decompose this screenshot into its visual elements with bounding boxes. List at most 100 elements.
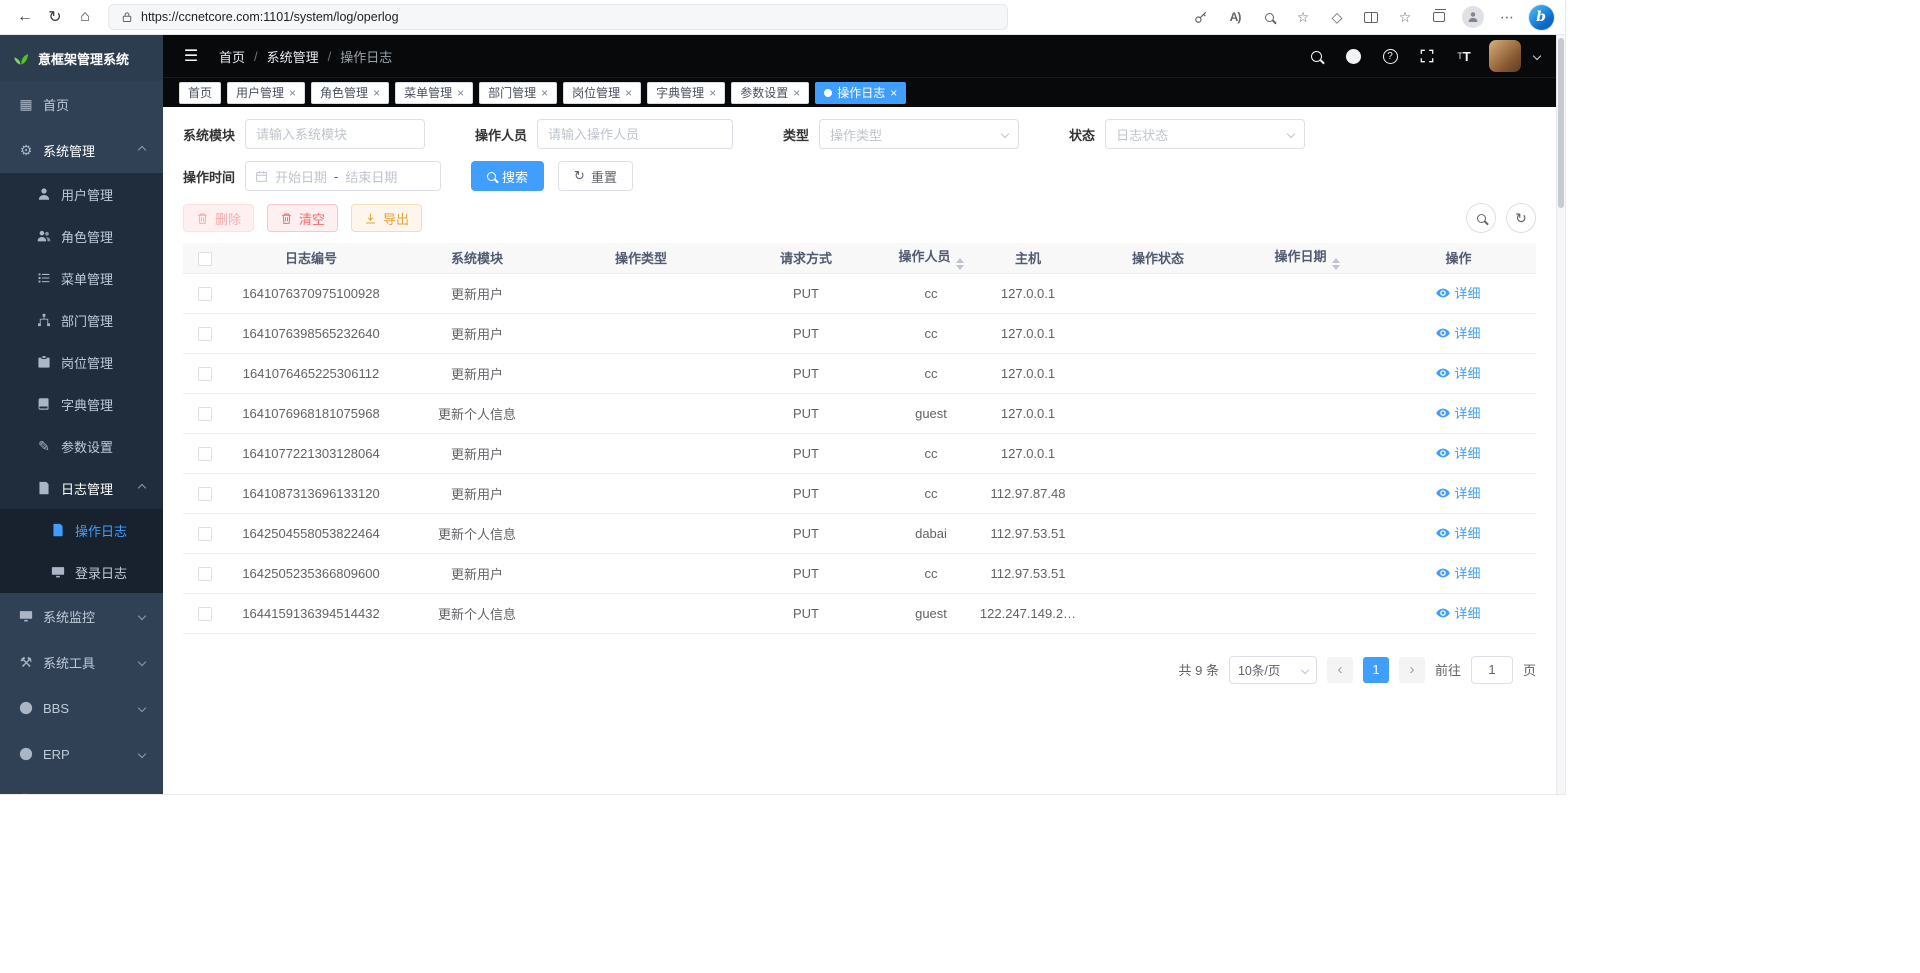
sidebar-item-yi-framework[interactable]: Yi框架 [0, 777, 163, 795]
sidebar-item-menus[interactable]: 菜单管理 [0, 257, 163, 299]
tab-operation-log[interactable]: 操作日志× [815, 82, 906, 104]
sidebar-item-tools[interactable]: ⚒ 系统工具 [0, 639, 163, 685]
close-icon[interactable]: × [709, 87, 716, 99]
row-checkbox[interactable] [198, 447, 212, 461]
detail-link[interactable]: 详细 [1436, 363, 1480, 382]
home-button[interactable]: ⌂ [70, 2, 100, 32]
module-input[interactable] [245, 119, 425, 149]
show-search-button[interactable] [1466, 203, 1496, 233]
detail-link[interactable]: 详细 [1436, 403, 1480, 422]
user-avatar[interactable] [1489, 40, 1521, 72]
row-checkbox[interactable] [198, 327, 212, 341]
bing-button[interactable]: b [1527, 2, 1555, 32]
sidebar-item-roles[interactable]: 角色管理 [0, 215, 163, 257]
detail-link[interactable]: 详细 [1436, 603, 1480, 622]
profile-button[interactable] [1459, 2, 1487, 32]
detail-link[interactable]: 详细 [1436, 523, 1480, 542]
close-icon[interactable]: × [793, 87, 800, 99]
sidebar-item-monitoring[interactable]: 系统监控 [0, 593, 163, 639]
sidebar-item-logs[interactable]: 日志管理 [0, 467, 163, 509]
col-date[interactable]: 操作日期 [1233, 243, 1381, 273]
split-screen-button[interactable] [1357, 2, 1385, 32]
sidebar-item-operation-log[interactable]: 操作日志 [0, 509, 163, 551]
help-button[interactable]: ? [1378, 43, 1402, 69]
sort-icon[interactable] [956, 258, 964, 270]
read-aloud-button[interactable]: A) [1221, 2, 1249, 32]
add-favorite-button[interactable]: ☆ [1289, 2, 1317, 32]
collections-button[interactable] [1425, 2, 1453, 32]
select-all-checkbox[interactable] [198, 252, 212, 266]
sidebar-item-departments[interactable]: 部门管理 [0, 299, 163, 341]
github-button[interactable] [1341, 43, 1365, 69]
close-icon[interactable]: × [890, 87, 897, 99]
current-page[interactable]: 1 [1363, 657, 1389, 683]
close-icon[interactable]: × [625, 87, 632, 99]
tab-parameters[interactable]: 参数设置× [731, 82, 809, 104]
sidebar-item-erp[interactable]: ERP [0, 731, 163, 777]
sidebar-item-dictionary[interactable]: 字典管理 [0, 383, 163, 425]
clear-button[interactable]: 清空 [267, 204, 338, 232]
row-checkbox[interactable] [198, 287, 212, 301]
row-checkbox[interactable] [198, 487, 212, 501]
tab-dictionary[interactable]: 字典管理× [647, 82, 725, 104]
sidebar-item-bbs[interactable]: BBS [0, 685, 163, 731]
date-range-picker[interactable]: 开始日期 - 结束日期 [245, 161, 441, 191]
close-icon[interactable]: × [289, 87, 296, 99]
collapse-menu-button[interactable]: ☰ [179, 43, 203, 69]
row-checkbox[interactable] [198, 407, 212, 421]
reset-button[interactable]: ↻ 重置 [558, 161, 633, 191]
sidebar-item-home[interactable]: ▦ 首页 [0, 81, 163, 127]
delete-button[interactable]: 删除 [183, 204, 254, 232]
prev-page-button[interactable]: ‹ [1327, 657, 1353, 683]
export-button[interactable]: 导出 [351, 204, 422, 232]
refresh-button[interactable]: ↻ [1506, 203, 1536, 233]
breadcrumb-home[interactable]: 首页 [219, 47, 245, 66]
search-button[interactable]: 搜索 [471, 161, 544, 191]
detail-link[interactable]: 详细 [1436, 323, 1480, 342]
detail-link[interactable]: 详细 [1436, 483, 1480, 502]
back-button[interactable]: ← [10, 2, 40, 32]
status-select[interactable]: 日志状态 [1105, 119, 1305, 149]
tab-home[interactable]: 首页 [179, 82, 221, 104]
more-options-button[interactable]: ⋯ [1493, 2, 1521, 32]
sidebar-item-login-log[interactable]: 登录日志 [0, 551, 163, 593]
sidebar-item-posts[interactable]: 岗位管理 [0, 341, 163, 383]
close-icon[interactable]: × [541, 87, 548, 99]
tab-users[interactable]: 用户管理× [227, 82, 305, 104]
password-key-button[interactable] [1187, 2, 1215, 32]
zoom-button[interactable] [1255, 2, 1283, 32]
page-scrollbar[interactable] [1556, 35, 1565, 795]
address-bar[interactable]: https://ccnetcore.com:1101/system/log/op… [108, 4, 1008, 30]
sidebar-item-system[interactable]: ⚙ 系统管理 [0, 127, 163, 173]
font-size-button[interactable]: TT [1452, 43, 1476, 69]
scrollbar-thumb[interactable] [1558, 38, 1564, 208]
sidebar-item-users[interactable]: 用户管理 [0, 173, 163, 215]
row-checkbox[interactable] [198, 567, 212, 581]
header-search-button[interactable] [1304, 43, 1328, 69]
browser-essentials-button[interactable]: ◇ [1323, 2, 1351, 32]
operator-input[interactable] [537, 119, 733, 149]
reload-button[interactable]: ↻ [40, 2, 70, 32]
detail-link[interactable]: 详细 [1436, 443, 1480, 462]
chevron-down-icon[interactable] [1533, 52, 1541, 60]
close-icon[interactable]: × [457, 87, 464, 99]
row-checkbox[interactable] [198, 607, 212, 621]
sort-icon[interactable] [1332, 258, 1340, 270]
goto-page-input[interactable] [1471, 656, 1513, 684]
sidebar-item-parameters[interactable]: ✎ 参数设置 [0, 425, 163, 467]
favorites-button[interactable]: ☆ [1391, 2, 1419, 32]
row-checkbox[interactable] [198, 527, 212, 541]
fullscreen-button[interactable] [1415, 43, 1439, 69]
tab-menus[interactable]: 菜单管理× [395, 82, 473, 104]
tab-posts[interactable]: 岗位管理× [563, 82, 641, 104]
detail-link[interactable]: 详细 [1436, 283, 1480, 302]
page-size-select[interactable]: 10条/页 [1229, 656, 1317, 684]
close-icon[interactable]: × [373, 87, 380, 99]
type-select[interactable]: 操作类型 [819, 119, 1019, 149]
row-checkbox[interactable] [198, 367, 212, 381]
next-page-button[interactable]: › [1399, 657, 1425, 683]
tab-roles[interactable]: 角色管理× [311, 82, 389, 104]
breadcrumb-system[interactable]: 系统管理 [267, 47, 319, 66]
col-operator[interactable]: 操作人员 [889, 243, 973, 273]
detail-link[interactable]: 详细 [1436, 563, 1480, 582]
